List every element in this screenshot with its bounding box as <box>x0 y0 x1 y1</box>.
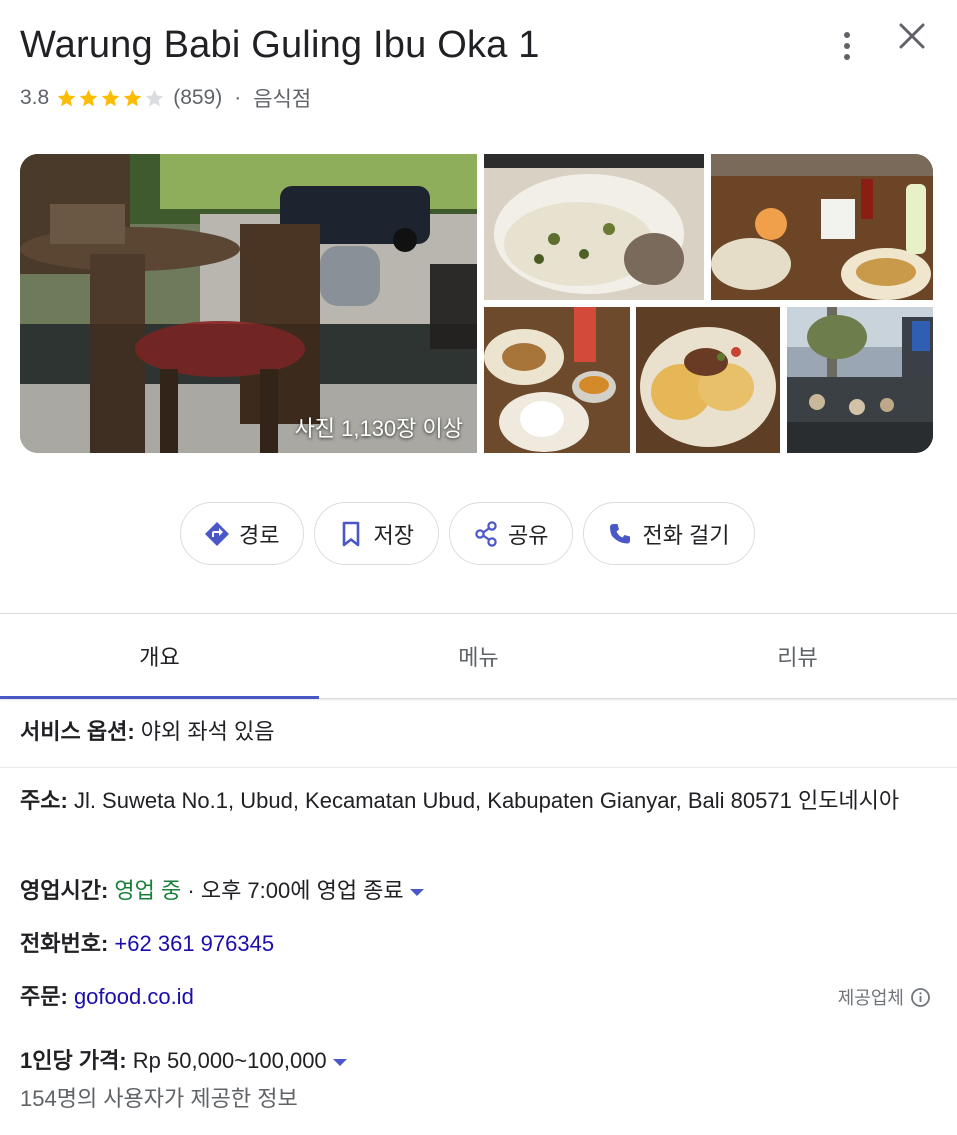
hours-detail: · 오후 7:00에 영업 종료 <box>187 878 404 903</box>
service-options-row: 서비스 옵션: 야외 좌석 있음 <box>20 714 274 750</box>
order-row: 주문: gofood.co.id <box>20 979 194 1015</box>
address-row: 주소: Jl. Suweta No.1, Ubud, Kecamatan Ubu… <box>20 783 940 819</box>
share-icon <box>475 520 497 547</box>
tab-bar: 개요 메뉴 리뷰 <box>0 614 957 699</box>
food-photo[interactable] <box>484 154 704 300</box>
photo-gallery: 사진 1,130장 이상 <box>20 154 933 453</box>
photo-count-label[interactable]: 사진 1,130장 이상 <box>295 411 463 443</box>
open-status: 영업 중 <box>114 878 182 903</box>
price-row: 1인당 가격: Rp 50,000~100,000 <box>20 1043 347 1079</box>
directions-button[interactable]: 경로 <box>180 502 305 565</box>
star-icon <box>79 89 98 106</box>
divider <box>0 767 957 768</box>
rating-value: 3.8 <box>20 86 50 109</box>
tab-reviews[interactable]: 리뷰 <box>638 614 957 698</box>
service-options-label: 서비스 옵션: <box>20 719 135 744</box>
directions-label: 경로 <box>239 522 280 548</box>
tab-overview[interactable]: 개요 <box>0 614 319 699</box>
price-value: Rp 50,000~100,000 <box>132 1048 327 1073</box>
save-label: 저장 <box>373 522 414 548</box>
more-options-icon[interactable] <box>832 28 862 64</box>
review-count-link[interactable]: (859) <box>173 86 222 110</box>
phone-row: 전화번호: +62 361 976345 <box>20 926 274 962</box>
call-label: 전화 걸기 <box>642 522 730 548</box>
close-icon[interactable] <box>893 16 931 56</box>
star-icon <box>57 89 76 106</box>
bookmark-icon <box>343 521 360 546</box>
price-label: 1인당 가격: <box>20 1048 127 1073</box>
share-label: 공유 <box>507 522 549 548</box>
star-icon <box>101 89 120 106</box>
phone-icon <box>610 523 631 543</box>
address-label: 주소: <box>20 788 68 813</box>
place-category: 음식점 <box>253 88 312 111</box>
main-photo[interactable]: 사진 1,130장 이상 <box>20 154 477 453</box>
save-button[interactable]: 저장 <box>314 502 439 565</box>
star-rating <box>56 88 166 109</box>
order-label: 주문: <box>20 984 68 1009</box>
star-icon <box>145 89 164 106</box>
rating-row: 3.8 (859) · 음식점 <box>20 84 311 112</box>
food-photo[interactable] <box>484 307 630 453</box>
star-icon <box>123 89 142 106</box>
share-button[interactable]: 공유 <box>448 502 574 565</box>
price-note: 154명의 사용자가 제공한 정보 <box>20 1086 298 1111</box>
phone-label: 전화번호: <box>20 931 109 956</box>
food-photo[interactable] <box>636 307 780 453</box>
price-dropdown-icon[interactable] <box>332 1058 347 1066</box>
directions-icon <box>205 521 229 546</box>
tab-menu[interactable]: 메뉴 <box>319 614 638 698</box>
place-title: Warung Babi Guling Ibu Oka 1 <box>20 24 540 66</box>
provider-label: 제공업체 <box>837 988 904 1008</box>
info-icon <box>911 987 930 1007</box>
address-value: Jl. Suweta No.1, Ubud, Kecamatan Ubud, K… <box>73 788 900 813</box>
order-link[interactable]: gofood.co.id <box>74 984 194 1009</box>
service-options-value: 야외 좌석 있음 <box>140 719 275 744</box>
hours-dropdown-icon[interactable] <box>409 888 424 896</box>
hours-label: 영업시간: <box>20 878 109 903</box>
phone-link[interactable]: +62 361 976345 <box>114 931 274 956</box>
exterior-photo[interactable] <box>787 307 933 453</box>
action-buttons: 경로 저장 공유 전화 걸기 <box>180 502 755 565</box>
provider-info[interactable]: 제공업체 <box>838 984 931 1010</box>
call-button[interactable]: 전화 걸기 <box>583 502 755 565</box>
food-photo[interactable] <box>711 154 933 300</box>
hours-row: 영업시간: 영업 중 · 오후 7:00에 영업 종료 <box>20 873 424 909</box>
separator-dot: · <box>234 86 242 109</box>
